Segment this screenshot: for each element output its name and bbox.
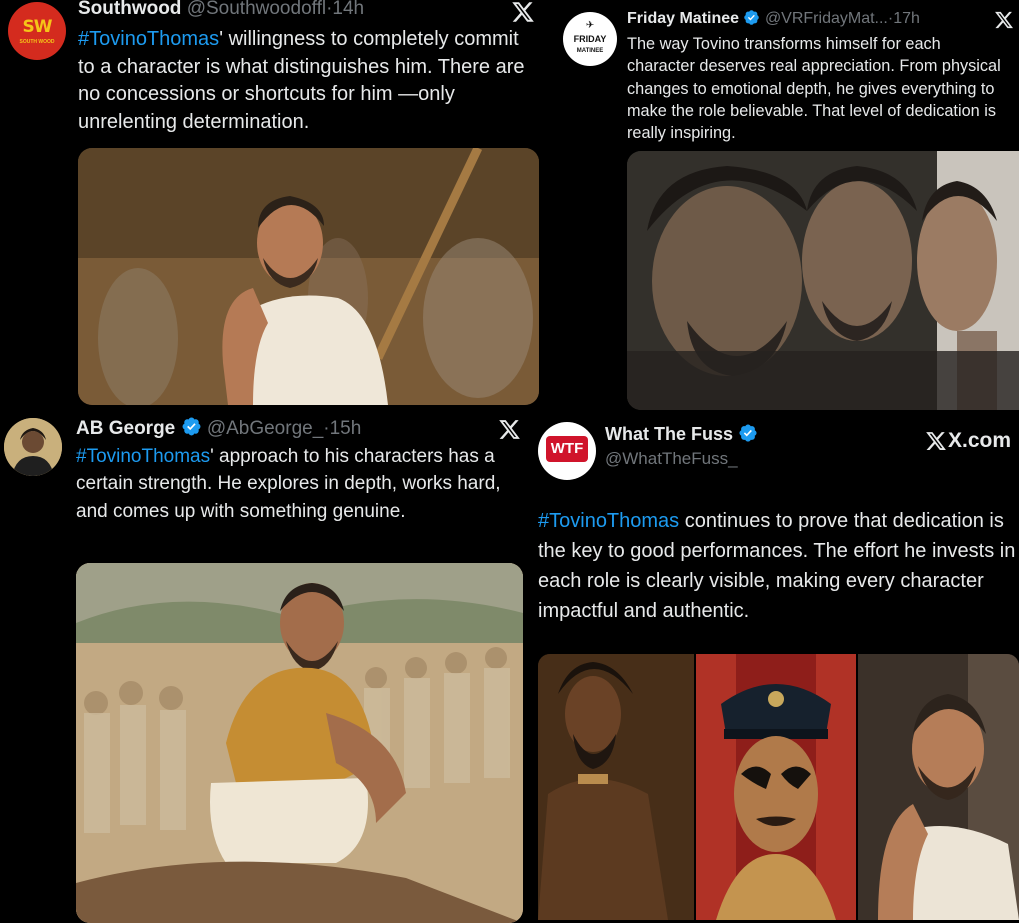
tweet-image[interactable] (76, 563, 523, 923)
tweet-image-right[interactable] (858, 654, 1019, 920)
tweet-image[interactable] (78, 148, 539, 405)
tweet-text: #TovinoThomas continues to prove that de… (538, 510, 1016, 622)
tweet-header: Friday Matinee @VRFridayMat...·17h (627, 9, 987, 28)
photo-man-with-stick (78, 148, 539, 405)
x-logo-icon (993, 10, 1015, 30)
tweet-southwood: SW SOUTH WOOD Southwood @Southwoodoffl·1… (0, 0, 545, 405)
verified-badge-icon (181, 416, 202, 437)
site-label: X.com (948, 429, 1012, 452)
author-name[interactable]: Southwood (78, 0, 181, 19)
friday-matinee-logo: FRIDAY MATINEE (573, 34, 607, 54)
tweet-header: What The Fuss (605, 423, 758, 445)
tweet-header: Southwood @Southwoodoffl·14h (78, 0, 364, 20)
x-logo-icon (925, 430, 947, 452)
tweet-image[interactable] (627, 151, 1019, 410)
southwood-logo: SW (22, 17, 53, 37)
avatar-photo (4, 418, 62, 476)
hashtag-link[interactable]: #TovinoThomas (78, 28, 219, 50)
avatar[interactable] (4, 418, 62, 476)
tweet-image-left[interactable] (538, 654, 694, 920)
author-handle[interactable]: @Southwoodoffl (187, 0, 326, 19)
avatar[interactable]: WTF (538, 422, 596, 480)
author-name[interactable]: AB George (76, 418, 175, 439)
photo-three-faces (627, 151, 1019, 410)
photo-smiling-man (858, 654, 1019, 920)
tweet-friday-matinee: ✈ FRIDAY MATINEE Friday Matinee @VRFriday… (555, 0, 1019, 410)
avatar[interactable]: ✈ FRIDAY MATINEE (563, 12, 617, 66)
author-handle[interactable]: @AbGeorge_ (207, 418, 323, 439)
wtf-logo: WTF (546, 436, 588, 462)
photo-warrior (538, 654, 694, 920)
verified-badge-icon (738, 423, 758, 443)
photo-police-officer (696, 654, 856, 920)
tweet-text: The way Tovino transforms himself for ea… (627, 35, 1001, 143)
author-handle[interactable]: @WhatTheFuss_ (605, 449, 738, 469)
x-logo-icon (510, 0, 536, 24)
x-logo-icon (497, 418, 522, 441)
tweet-text: #TovinoThomas' willingness to completely… (78, 28, 525, 133)
avatar[interactable]: SW SOUTH WOOD (8, 2, 66, 60)
timestamp[interactable]: 17h (893, 10, 920, 27)
tweet-header: AB George @AbGeorge_·15h (76, 416, 361, 440)
xcom-label[interactable]: X.com (925, 426, 1011, 456)
photo-crowd-scene (76, 563, 523, 923)
tweet-ab-george: AB George @AbGeorge_·15h #TovinoThomas' … (0, 408, 530, 923)
timestamp[interactable]: 14h (332, 0, 364, 19)
tweet-what-the-fuss: WTF What The Fuss @WhatTheFuss_ X.com #T… (530, 410, 1019, 920)
verified-badge-icon (743, 9, 760, 26)
tweet-text: #TovinoThomas' approach to his character… (76, 446, 501, 522)
timestamp[interactable]: 15h (330, 418, 362, 439)
tweet-image-middle[interactable] (696, 654, 856, 920)
author-name[interactable]: Friday Matinee (627, 10, 739, 27)
author-handle[interactable]: @VRFridayMat... (765, 10, 888, 27)
author-name[interactable]: What The Fuss (605, 424, 733, 444)
hashtag-link[interactable]: #TovinoThomas (538, 510, 679, 532)
hashtag-link[interactable]: #TovinoThomas (76, 446, 210, 467)
